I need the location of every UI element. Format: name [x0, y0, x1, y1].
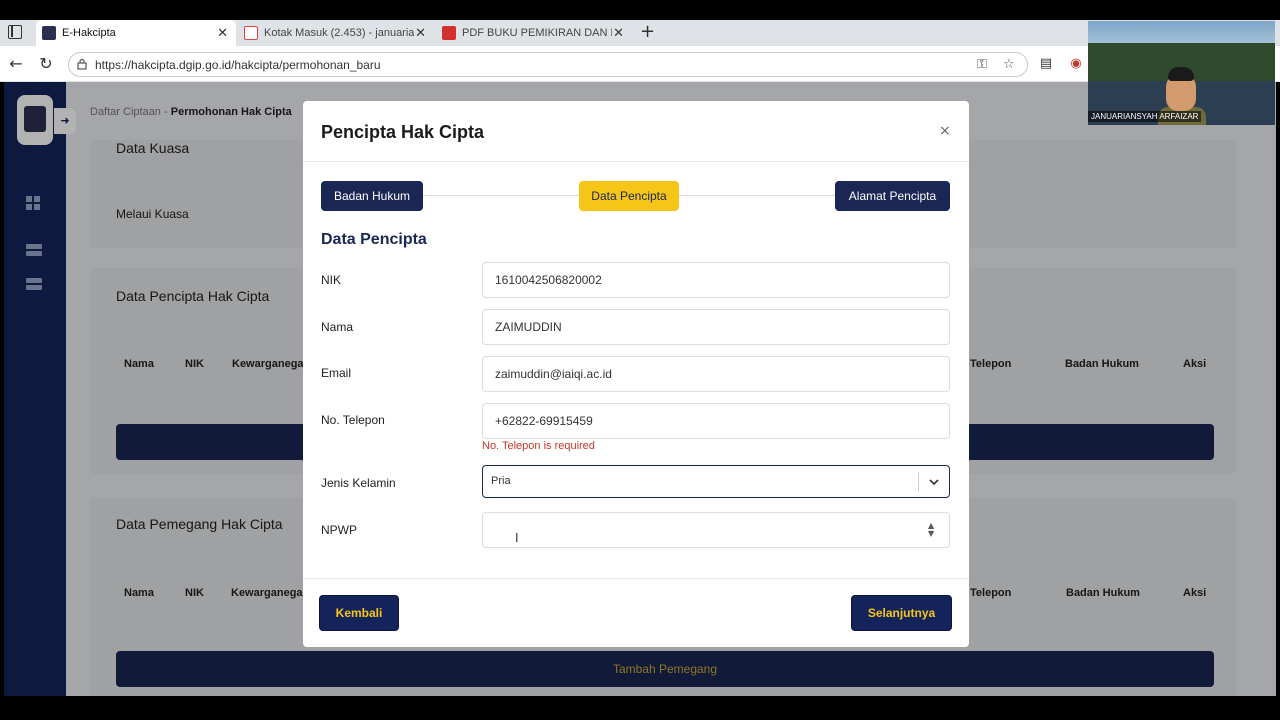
nik-input[interactable]: 1610042506820002 [482, 262, 950, 298]
url-text: https://hakcipta.dgip.go.id/hakcipta/per… [95, 58, 381, 72]
step-data-pencipta[interactable]: Data Pencipta [579, 181, 679, 211]
close-icon[interactable]: ✕ [613, 25, 624, 41]
divider [303, 578, 969, 579]
webcam-overlay: JANUARIANSYAH ARFAIZAR [1088, 21, 1275, 125]
reload-icon[interactable]: ↻ [36, 54, 56, 74]
key-icon[interactable]: ⚿ [977, 57, 987, 72]
kembali-button[interactable]: Kembali [319, 595, 399, 631]
npwp-label: NPWP [321, 523, 357, 537]
star-icon[interactable]: ☆ [1003, 57, 1015, 72]
tab-e-hakcipta[interactable]: E-Hakcipta ✕ [36, 20, 236, 46]
telepon-input[interactable]: +62822-69915459 [482, 403, 950, 439]
nama-input[interactable]: ZAIMUDDIN [482, 309, 950, 345]
extension-icon[interactable]: ◉ [1066, 54, 1086, 74]
webcam-name-label: JANUARIANSYAH ARFAIZAR [1088, 111, 1202, 122]
close-icon[interactable]: ✕ [217, 25, 228, 41]
screen: E-Hakcipta ✕ Kotak Masuk (2.453) - janua… [0, 0, 1280, 720]
nama-label: Nama [321, 320, 354, 334]
modal-title: Pencipta Hak Cipta [321, 122, 485, 142]
close-icon[interactable]: × [939, 123, 951, 139]
back-arrow-icon[interactable]: ← [6, 54, 26, 74]
pencipta-modal: Pencipta Hak Cipta × Badan Hukum Data Pe… [303, 101, 969, 647]
address-bar[interactable]: https://hakcipta.dgip.go.id/hakcipta/per… [68, 52, 1028, 77]
new-tab-plus-icon[interactable]: + [640, 21, 655, 42]
tab-title: Kotak Masuk (2.453) - januariansyah [264, 27, 414, 39]
selanjutnya-button[interactable]: Selanjutnya [851, 595, 952, 631]
gmail-icon [244, 26, 258, 40]
pdf-icon [442, 26, 456, 40]
select-separator [918, 472, 919, 491]
telepon-error: No. Telepon is required [482, 440, 595, 452]
nik-label: NIK [321, 273, 342, 287]
webcam-person-hair [1168, 67, 1194, 81]
email-input[interactable]: zaimuddin@iaiqi.ac.id [482, 356, 950, 392]
number-spinner-icon[interactable]: ▲ ▼ [928, 522, 934, 538]
divider [303, 161, 969, 162]
tab-pdf[interactable]: PDF BUKU PEMIKIRAN DAN KONSEP ✕ [436, 20, 632, 46]
jenis-kelamin-select[interactable]: Pria [482, 465, 950, 498]
step-alamat-pencipta[interactable]: Alamat Pencipta [835, 181, 950, 211]
tab-title: PDF BUKU PEMIKIRAN DAN KONSEP [462, 27, 612, 39]
text-cursor-icon: I [515, 531, 519, 545]
lock-icon [77, 58, 87, 70]
garuda-emblem-icon [42, 26, 56, 40]
kelamin-label: Jenis Kelamin [321, 476, 396, 490]
select-value: Pria [491, 475, 511, 487]
tab-title: E-Hakcipta [62, 27, 116, 39]
step-badan-hukum[interactable]: Badan Hukum [321, 181, 423, 211]
telepon-label: No. Telepon [321, 413, 385, 427]
npwp-input[interactable]: I ▲ ▼ [482, 512, 950, 548]
reading-view-icon[interactable]: ▤ [1036, 54, 1056, 74]
chevron-down-icon[interactable] [928, 476, 940, 488]
section-title: Data Pencipta [321, 231, 427, 248]
close-icon[interactable]: ✕ [415, 25, 426, 41]
tab-actions-icon[interactable] [8, 25, 22, 39]
tab-gmail[interactable]: Kotak Masuk (2.453) - januariansyah ✕ [238, 20, 434, 46]
email-label: Email [321, 366, 352, 380]
